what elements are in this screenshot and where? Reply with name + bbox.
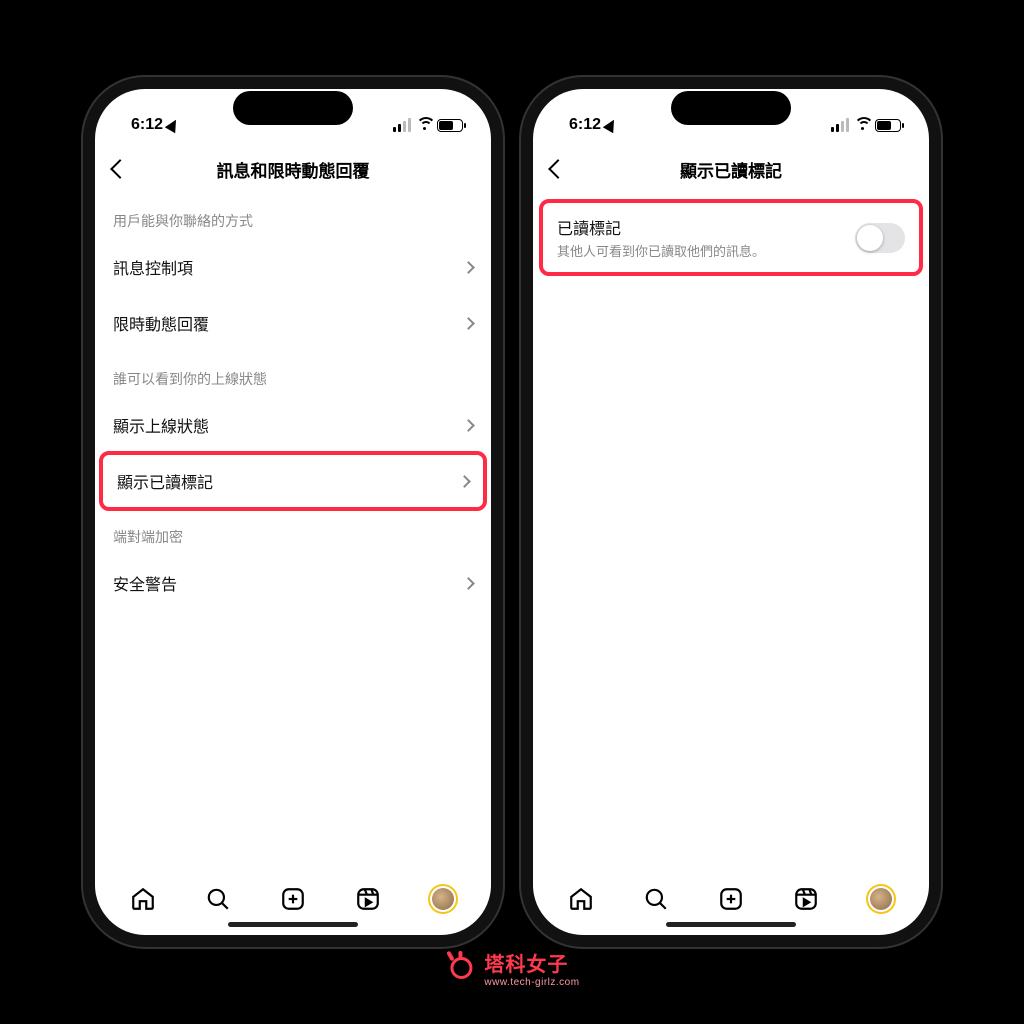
read-receipt-setting: 已讀標記 其他人可看到你已讀取他們的訊息。 [533,193,929,871]
watermark-text: 塔科女子 www.tech-girlz.com [484,948,579,988]
cellular-icon [393,118,411,132]
watermark-url: www.tech-girlz.com [484,977,579,988]
watermark-icon [444,951,478,985]
create-icon[interactable] [718,886,744,912]
row-label: 顯示上線狀態 [113,413,209,437]
row-security-alerts[interactable]: 安全警告 [95,555,491,611]
create-icon[interactable] [280,886,306,912]
chevron-right-icon [462,577,475,590]
dynamic-island [233,91,353,125]
row-label: 訊息控制項 [113,255,193,279]
home-icon[interactable] [568,886,594,912]
dynamic-island [671,91,791,125]
nav-header: 顯示已讀標記 [533,145,929,193]
back-button[interactable] [110,159,130,179]
status-time-group: 6:12 [131,116,179,134]
chevron-right-icon [458,475,471,488]
profile-avatar[interactable] [868,886,894,912]
status-indicators [393,118,463,132]
status-time: 6:12 [131,116,163,134]
row-read-receipt-toggle: 已讀標記 其他人可看到你已讀取他們的訊息。 [539,199,923,276]
reels-icon[interactable] [793,886,819,912]
screen-left: 6:12 訊息和限時動態回覆 用戶能與你聯絡的方式 訊息控制項 限時動態回覆 [95,89,491,935]
row-story-replies[interactable]: 限時動態回覆 [95,295,491,351]
row-label: 限時動態回覆 [113,311,209,335]
home-indicator[interactable] [228,922,358,927]
read-receipt-switch[interactable] [855,223,905,253]
row-message-controls[interactable]: 訊息控制項 [95,239,491,295]
section-header-encryption: 端對端加密 [95,509,491,555]
home-indicator[interactable] [666,922,796,927]
settings-list[interactable]: 用戶能與你聯絡的方式 訊息控制項 限時動態回覆 誰可以看到你的上線狀態 顯示上線… [95,193,491,871]
watermark-title: 塔科女子 [484,948,568,977]
row-read-receipts[interactable]: 顯示已讀標記 [99,451,487,511]
cellular-icon [831,118,849,132]
row-label: 安全警告 [113,571,177,595]
row-activity-status[interactable]: 顯示上線狀態 [95,397,491,453]
chevron-right-icon [462,317,475,330]
battery-icon [875,119,901,132]
toggle-text: 已讀標記 其他人可看到你已讀取他們的訊息。 [557,215,765,260]
profile-avatar[interactable] [430,886,456,912]
status-time: 6:12 [569,116,601,134]
home-icon[interactable] [130,886,156,912]
page-title: 顯示已讀標記 [533,157,929,182]
nav-header: 訊息和限時動態回覆 [95,145,491,193]
back-button[interactable] [548,159,568,179]
location-icon [165,117,181,133]
search-icon[interactable] [643,886,669,912]
switch-knob [857,225,883,251]
chevron-right-icon [462,419,475,432]
section-header-activity: 誰可以看到你的上線狀態 [95,351,491,397]
chevron-right-icon [462,261,475,274]
wifi-icon [416,119,432,131]
screen-right: 6:12 顯示已讀標記 已讀標記 其他人可看到你已讀取他們的訊息。 [533,89,929,935]
phone-right: 6:12 顯示已讀標記 已讀標記 其他人可看到你已讀取他們的訊息。 [521,77,941,947]
toggle-title: 已讀標記 [557,215,765,239]
search-icon[interactable] [205,886,231,912]
page-title: 訊息和限時動態回覆 [95,157,491,182]
status-indicators [831,118,901,132]
watermark: 塔科女子 www.tech-girlz.com [444,948,579,988]
location-icon [603,117,619,133]
phone-left: 6:12 訊息和限時動態回覆 用戶能與你聯絡的方式 訊息控制項 限時動態回覆 [83,77,503,947]
toggle-subtitle: 其他人可看到你已讀取他們的訊息。 [557,241,765,260]
row-label: 顯示已讀標記 [117,469,213,493]
reels-icon[interactable] [355,886,381,912]
section-header-contact: 用戶能與你聯絡的方式 [95,193,491,239]
status-time-group: 6:12 [569,116,617,134]
wifi-icon [854,119,870,131]
battery-icon [437,119,463,132]
